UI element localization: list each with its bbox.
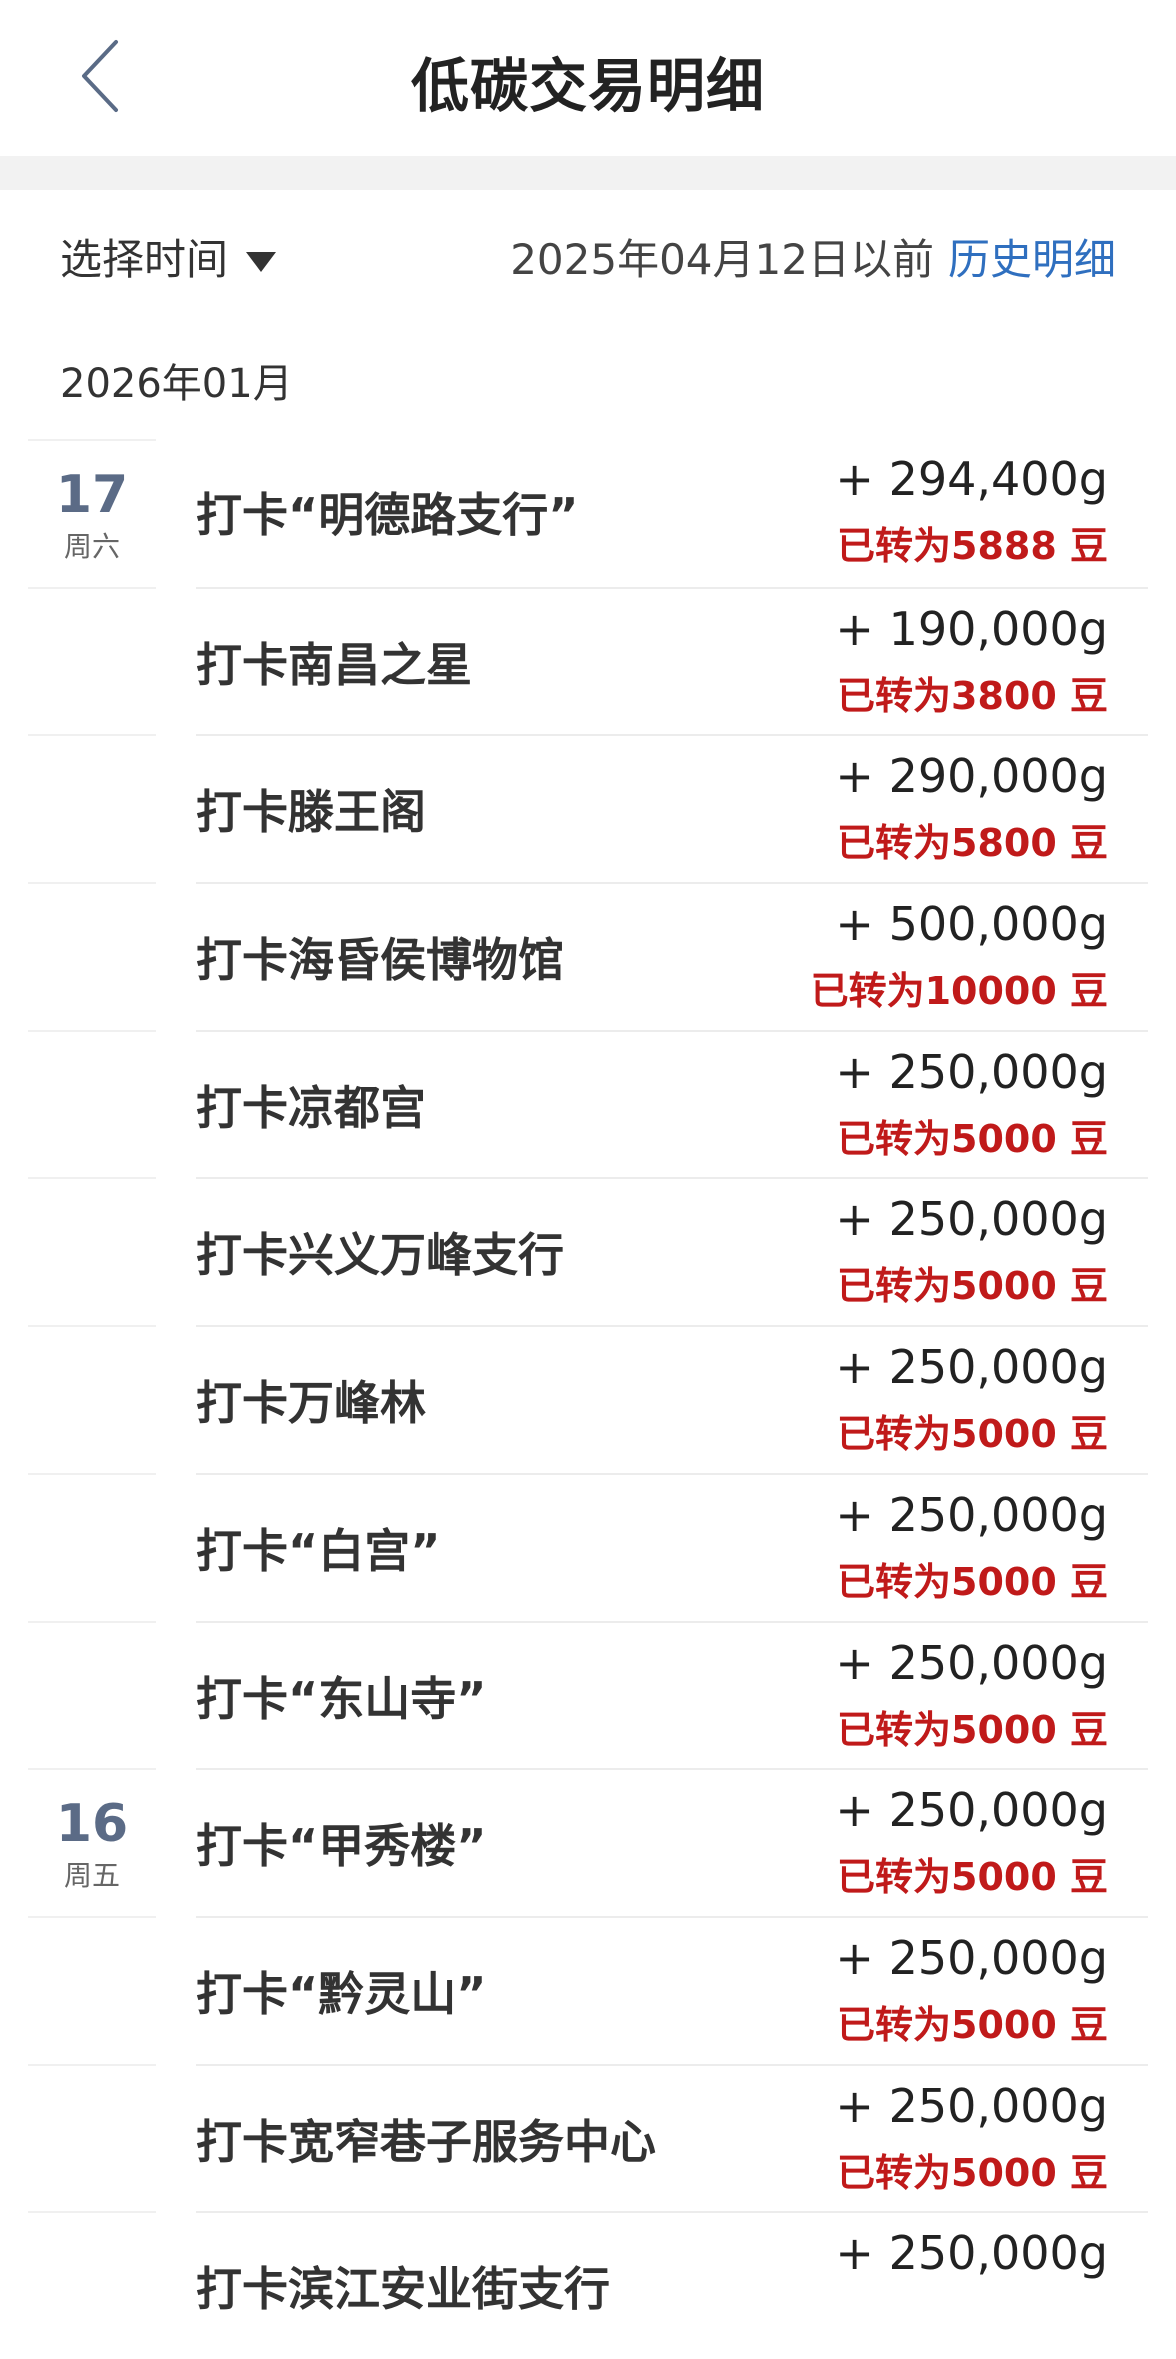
converted-beans: 已转为5800 豆 xyxy=(837,821,1108,866)
converted-beans: 已转为10000 豆 xyxy=(810,969,1108,1014)
transaction-title: 打卡凉都宫 xyxy=(196,1080,426,1135)
converted-beans: 已转为5000 豆 xyxy=(837,1116,1108,1161)
weekday-label: 周五 xyxy=(63,1859,120,1893)
transaction-title: 打卡海昏侯博物馆 xyxy=(196,933,564,988)
app-header: 低碳交易明细 xyxy=(0,0,1176,156)
transaction-amount: + 250,000g xyxy=(835,1340,1108,1395)
list-item: 16 周五 打卡“甲秀楼” + 250,000g 已转为5000 豆 xyxy=(0,1768,1176,1916)
transaction-title: 打卡“白宫” xyxy=(196,1523,441,1578)
date-marker xyxy=(28,734,156,882)
day-number: 16 xyxy=(55,1794,129,1855)
list-item: 打卡海昏侯博物馆 + 500,000g 已转为10000 豆 xyxy=(0,882,1176,1030)
filter-bar: 选择时间 2025年04月12日以前 历史明细 xyxy=(0,190,1176,330)
transaction-row[interactable]: 打卡海昏侯博物馆 + 500,000g 已转为10000 豆 xyxy=(196,882,1148,1030)
transaction-amount: + 250,000g xyxy=(835,1044,1108,1099)
transaction-amount: + 500,000g xyxy=(835,897,1108,952)
transaction-title: 打卡万峰林 xyxy=(196,1376,426,1431)
transaction-title: 打卡兴义万峰支行 xyxy=(196,1228,564,1283)
history-info: 2025年04月12日以前 历史明细 xyxy=(510,230,1116,290)
transaction-row[interactable]: 打卡“明德路支行” + 294,400g 已转为5888 豆 xyxy=(196,439,1148,587)
transaction-amount: + 250,000g xyxy=(835,2078,1108,2133)
list-item: 打卡滨江安业街支行 + 250,000g xyxy=(0,2211,1176,2359)
converted-beans: 已转为5000 豆 xyxy=(837,1855,1108,1900)
transaction-row[interactable]: 打卡“白宫” + 250,000g 已转为5000 豆 xyxy=(196,1472,1148,1621)
list-item: 17 周六 打卡“明德路支行” + 294,400g 已转为5888 豆 xyxy=(0,439,1176,587)
converted-beans: 已转为5000 豆 xyxy=(837,2150,1108,2195)
day-number: 17 xyxy=(55,465,129,525)
converted-beans: 已转为5000 豆 xyxy=(837,1412,1108,1457)
transaction-list: 17 周六 打卡“明德路支行” + 294,400g 已转为5888 豆 打卡南… xyxy=(0,439,1176,2359)
list-item: 打卡凉都宫 + 250,000g 已转为5000 豆 xyxy=(0,1029,1176,1178)
transaction-row[interactable]: 打卡“东山寺” + 250,000g 已转为5000 豆 xyxy=(196,1620,1148,1769)
transaction-amount: + 250,000g xyxy=(835,1192,1108,1247)
transaction-title: 打卡“东山寺” xyxy=(196,1671,487,1726)
list-item: 打卡滕王阁 + 290,000g 已转为5800 豆 xyxy=(0,734,1176,882)
transaction-amount: + 250,000g xyxy=(835,1930,1108,1985)
transaction-row[interactable]: 打卡南昌之星 + 190,000g 已转为3800 豆 xyxy=(196,586,1148,735)
transaction-row[interactable]: 打卡滕王阁 + 290,000g 已转为5800 豆 xyxy=(196,734,1148,882)
transaction-title: 打卡“黔灵山” xyxy=(196,1966,487,2021)
transaction-row[interactable]: 打卡万峰林 + 250,000g 已转为5000 豆 xyxy=(196,1325,1148,1473)
transaction-row[interactable]: 打卡“甲秀楼” + 250,000g 已转为5000 豆 xyxy=(196,1768,1148,1916)
date-marker xyxy=(28,1029,156,1178)
caret-down-icon xyxy=(246,252,277,272)
transaction-row[interactable]: 打卡凉都宫 + 250,000g 已转为5000 豆 xyxy=(196,1029,1148,1178)
transaction-amount: + 190,000g xyxy=(835,601,1108,656)
transaction-row[interactable]: 打卡“黔灵山” + 250,000g 已转为5000 豆 xyxy=(196,1915,1148,2064)
list-item: 打卡万峰林 + 250,000g 已转为5000 豆 xyxy=(0,1325,1176,1473)
month-header: 2026年01月 xyxy=(60,361,293,407)
transaction-title: 打卡滕王阁 xyxy=(196,785,426,840)
page-title: 低碳交易明细 xyxy=(410,52,765,120)
select-time-dropdown[interactable]: 选择时间 xyxy=(60,230,277,290)
select-time-label: 选择时间 xyxy=(60,235,229,284)
date-marker xyxy=(28,1177,156,1325)
converted-beans: 已转为3800 豆 xyxy=(837,673,1108,718)
transaction-amount: + 290,000g xyxy=(835,749,1108,804)
list-item: 打卡“白宫” + 250,000g 已转为5000 豆 xyxy=(0,1472,1176,1621)
date-marker xyxy=(28,586,156,735)
list-item: 打卡南昌之星 + 190,000g 已转为3800 豆 xyxy=(0,586,1176,735)
list-item: 打卡“黔灵山” + 250,000g 已转为5000 豆 xyxy=(0,1915,1176,2064)
converted-beans: 已转为5000 豆 xyxy=(837,1707,1108,1752)
list-item: 打卡兴义万峰支行 + 250,000g 已转为5000 豆 xyxy=(0,1177,1176,1325)
list-item: 打卡宽窄巷子服务中心 + 250,000g 已转为5000 豆 xyxy=(0,2063,1176,2212)
date-marker xyxy=(28,1915,156,2064)
list-item: 打卡“东山寺” + 250,000g 已转为5000 豆 xyxy=(0,1620,1176,1769)
date-marker: 17 周六 xyxy=(28,439,156,587)
transaction-row[interactable]: 打卡宽窄巷子服务中心 + 250,000g 已转为5000 豆 xyxy=(196,2063,1148,2212)
transaction-title: 打卡“甲秀楼” xyxy=(196,1819,487,1874)
date-marker xyxy=(28,2211,156,2359)
date-marker xyxy=(28,2063,156,2212)
date-marker: 16 周五 xyxy=(28,1768,156,1916)
transaction-amount: + 250,000g xyxy=(835,1487,1108,1542)
transaction-title: 打卡宽窄巷子服务中心 xyxy=(196,2114,656,2169)
transaction-amount: + 250,000g xyxy=(835,2226,1108,2281)
transaction-title: 打卡南昌之星 xyxy=(196,637,472,692)
converted-beans: 已转为5000 豆 xyxy=(837,1559,1108,1604)
history-detail-link[interactable]: 历史明细 xyxy=(948,230,1116,290)
transaction-row[interactable]: 打卡兴义万峰支行 + 250,000g 已转为5000 豆 xyxy=(196,1177,1148,1325)
converted-beans: 已转为5888 豆 xyxy=(837,524,1108,568)
transaction-amount: + 250,000g xyxy=(835,1783,1108,1838)
before-date-text: 2025年04月12日以前 xyxy=(510,235,934,284)
converted-beans: 已转为5000 豆 xyxy=(837,1264,1108,1309)
transaction-title: 打卡“明德路支行” xyxy=(196,488,579,542)
transaction-title: 打卡滨江安业街支行 xyxy=(196,2262,610,2317)
date-marker xyxy=(28,1325,156,1473)
date-marker xyxy=(28,1620,156,1769)
transaction-row[interactable]: 打卡滨江安业街支行 + 250,000g xyxy=(196,2211,1148,2359)
date-marker xyxy=(28,882,156,1030)
weekday-label: 周六 xyxy=(63,530,120,563)
converted-beans: 已转为5000 豆 xyxy=(837,2002,1108,2047)
transaction-amount: + 250,000g xyxy=(835,1635,1108,1690)
section-divider xyxy=(0,156,1176,190)
transaction-amount: + 294,400g xyxy=(835,452,1108,506)
date-marker xyxy=(28,1472,156,1621)
